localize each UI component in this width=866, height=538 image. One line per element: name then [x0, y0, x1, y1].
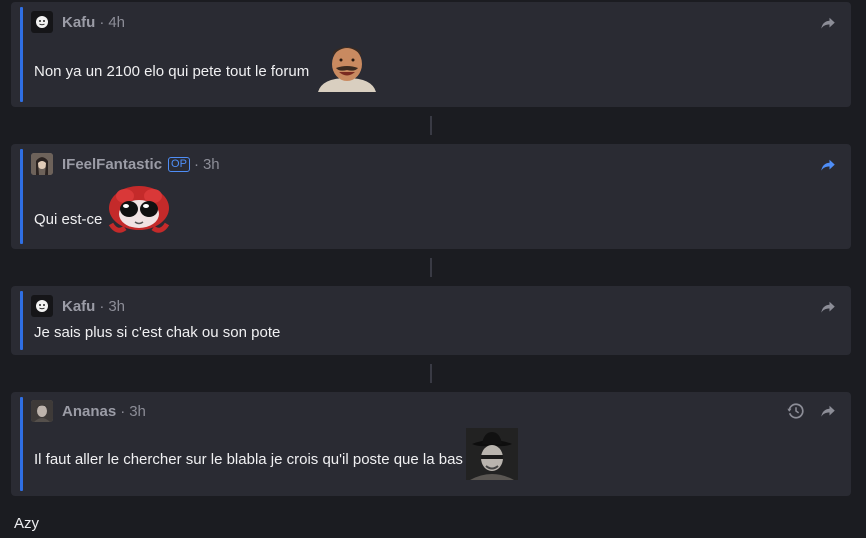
reply-card: Ananas · 3h Il faut aller le chercher su…	[11, 392, 851, 496]
laughing-mustache-man-emote	[312, 40, 383, 92]
thread-connector	[430, 116, 432, 135]
reply-indicator-bar	[20, 7, 23, 102]
portrait-avatar[interactable]	[31, 400, 53, 422]
reply-content: Qui est-ce	[34, 184, 173, 236]
username[interactable]: Ananas	[62, 403, 116, 420]
timestamp[interactable]: 3h	[108, 298, 125, 315]
separator-dot: ·	[193, 155, 199, 173]
reply-indicator-bar	[20, 149, 23, 244]
reply-text: Je sais plus si c'est chak ou son pote	[34, 324, 281, 341]
reply-actions	[819, 298, 837, 316]
reply-card: IFeelFantastic OP · 3h Qui est-ce	[11, 144, 851, 249]
separator-dot: ·	[120, 402, 126, 420]
reply-content: Il faut aller le chercher sur le blabla …	[34, 428, 518, 480]
reply-indicator-bar	[20, 397, 23, 491]
message-text: Azy	[14, 515, 40, 532]
reply-indicator-bar	[20, 291, 23, 350]
reply-header: IFeelFantastic OP · 3h	[31, 152, 220, 176]
reply-text: Il faut aller le chercher sur le blabla …	[34, 451, 463, 468]
username[interactable]: Kafu	[62, 298, 95, 315]
white-ghost-avatar[interactable]	[31, 295, 53, 317]
separator-dot: ·	[99, 13, 105, 31]
edit-history-icon[interactable]	[787, 402, 805, 420]
timestamp[interactable]: 3h	[203, 156, 220, 173]
timestamp[interactable]: 3h	[129, 403, 146, 420]
reply-text: Non ya un 2100 elo qui pete tout le foru…	[34, 63, 310, 80]
thread-connector	[430, 364, 432, 383]
white-ghost-avatar[interactable]	[31, 11, 53, 33]
reply-actions	[787, 402, 837, 420]
share-arrow-icon[interactable]	[819, 298, 837, 316]
username[interactable]: Kafu	[62, 14, 95, 31]
share-arrow-icon[interactable]	[819, 14, 837, 32]
reply-actions	[819, 14, 837, 32]
reply-actions	[819, 156, 837, 174]
reply-content: Je sais plus si c'est chak ou son pote	[34, 324, 280, 341]
red-creature-sunglasses-emote	[109, 186, 170, 233]
portrait-avatar[interactable]	[31, 153, 53, 175]
reply-header: Ananas · 3h	[31, 399, 146, 423]
reply-text: Qui est-ce	[34, 211, 103, 228]
reply-header: Kafu · 4h	[31, 10, 125, 34]
reply-header: Kafu · 3h	[31, 294, 125, 318]
username[interactable]: IFeelFantastic	[62, 156, 162, 173]
reply-content: Non ya un 2100 elo qui pete tout le foru…	[34, 40, 383, 92]
reply-card: Kafu · 4h Non ya un 2100 elo qui pete to…	[11, 2, 851, 107]
thread-connector	[430, 258, 432, 277]
timestamp[interactable]: 4h	[108, 14, 125, 31]
share-arrow-icon[interactable]	[819, 402, 837, 420]
reply-card: Kafu · 3h Je sais plus si c'est chak ou …	[11, 286, 851, 355]
cowboy-hat-man-emote	[465, 428, 518, 480]
separator-dot: ·	[99, 297, 105, 315]
op-badge: OP	[168, 156, 190, 172]
share-arrow-icon[interactable]	[819, 156, 837, 174]
